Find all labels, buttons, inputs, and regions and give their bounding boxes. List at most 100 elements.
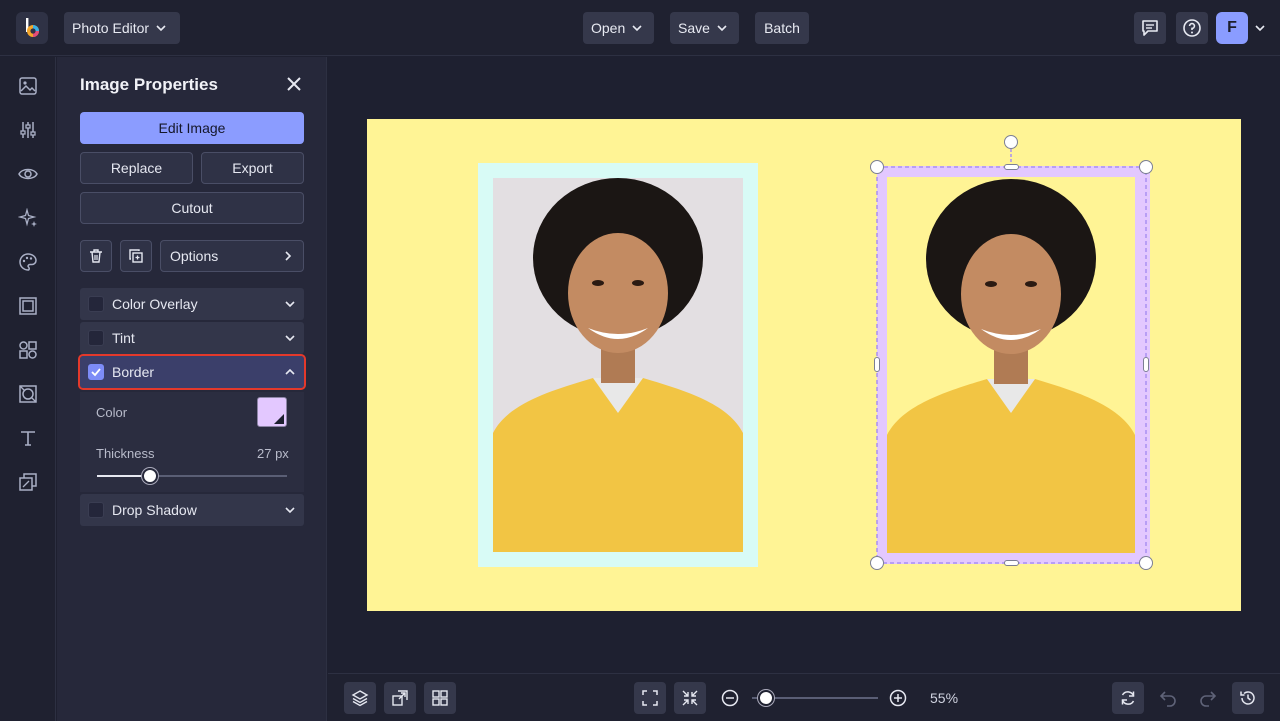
texture-icon — [19, 473, 37, 491]
tint-checkbox[interactable] — [88, 330, 104, 346]
chevron-down-icon — [285, 507, 295, 514]
undo-icon[interactable] — [1158, 688, 1178, 708]
eye-icon — [18, 168, 38, 180]
border-checkbox[interactable] — [88, 364, 104, 380]
zoom-slider-handle[interactable] — [758, 690, 774, 706]
chevron-down-icon — [632, 25, 642, 32]
drop-shadow-label: Drop Shadow — [112, 502, 197, 518]
user-avatar[interactable]: F — [1216, 12, 1248, 44]
grid-view-button[interactable] — [424, 682, 456, 714]
rail-textures-tool[interactable] — [16, 470, 40, 494]
thickness-label: Thickness — [96, 446, 155, 461]
frame-icon — [19, 297, 37, 315]
rotate-handle[interactable] — [1004, 135, 1018, 149]
batch-label: Batch — [764, 20, 800, 36]
actual-size-button[interactable] — [674, 682, 706, 714]
sparkle-icon — [18, 208, 37, 227]
chevron-down-icon — [156, 25, 166, 32]
open-menu-button[interactable]: Open — [583, 12, 654, 44]
resize-canvas-button[interactable] — [384, 682, 416, 714]
panel-title: Image Properties — [80, 75, 218, 94]
rail-overlays-tool[interactable] — [16, 382, 40, 406]
delete-button[interactable] — [80, 240, 112, 272]
zoom-in-icon[interactable] — [888, 688, 908, 708]
resize-handle-bottom-left[interactable] — [870, 556, 884, 570]
tint-section[interactable]: Tint — [80, 322, 304, 354]
image-icon — [19, 77, 37, 95]
color-overlay-section[interactable]: Color Overlay — [80, 288, 304, 320]
artboard[interactable] — [367, 119, 1241, 611]
save-label: Save — [678, 20, 710, 36]
rail-view-tool[interactable] — [16, 162, 40, 186]
comment-icon — [1142, 20, 1158, 36]
rail-image-tool[interactable] — [16, 74, 40, 98]
tint-label: Tint — [112, 330, 135, 346]
rail-adjust-tool[interactable] — [16, 118, 40, 142]
resize-handle-bottom[interactable] — [1004, 560, 1019, 566]
options-button[interactable]: Options — [160, 240, 304, 272]
refresh-icon — [1121, 691, 1135, 705]
close-icon[interactable] — [285, 75, 303, 93]
zoom-level: 55% — [930, 690, 959, 706]
open-label: Open — [591, 20, 626, 36]
overlay-icon — [19, 385, 37, 403]
text-icon — [21, 431, 35, 446]
duplicate-button[interactable] — [120, 240, 152, 272]
chevron-down-icon[interactable] — [1254, 22, 1266, 34]
export-button[interactable]: Export — [201, 152, 304, 184]
thickness-slider-handle[interactable] — [142, 468, 158, 484]
fit-to-screen-button[interactable] — [634, 682, 666, 714]
cutout-button[interactable]: Cutout — [80, 192, 304, 224]
resize-handle-right[interactable] — [1143, 357, 1149, 372]
rail-frames-tool[interactable] — [16, 294, 40, 318]
history-icon — [1240, 691, 1255, 705]
resize-handle-top-right[interactable] — [1139, 160, 1153, 174]
replace-button[interactable]: Replace — [80, 152, 193, 184]
duplicate-icon — [129, 249, 143, 263]
chevron-right-icon — [285, 251, 292, 261]
options-label: Options — [170, 248, 219, 264]
grid-icon — [432, 690, 448, 706]
selection-box — [876, 149, 1147, 564]
fullscreen-icon — [642, 690, 658, 706]
drop-shadow-checkbox[interactable] — [88, 502, 104, 518]
top-bar: Photo Editor Open Save Batch F — [0, 0, 1280, 56]
zoom-out-icon[interactable] — [720, 688, 740, 708]
rail-text-tool[interactable] — [16, 426, 40, 450]
chevron-down-icon — [285, 301, 295, 308]
border-color-swatch[interactable] — [257, 397, 287, 427]
reset-button[interactable] — [1112, 682, 1144, 714]
drop-shadow-section[interactable]: Drop Shadow — [80, 494, 304, 526]
border-section[interactable]: Border — [78, 354, 306, 390]
resize-handle-top[interactable] — [1004, 164, 1019, 170]
rail-graphics-tool[interactable] — [16, 338, 40, 362]
logo-icon — [26, 18, 39, 37]
help-icon — [1183, 19, 1201, 37]
rail-effects-tool[interactable] — [16, 206, 40, 230]
resize-icon — [392, 690, 408, 706]
border-label: Border — [112, 364, 155, 380]
color-overlay-label: Color Overlay — [112, 296, 198, 312]
rail-artsy-tool[interactable] — [16, 250, 40, 274]
save-menu-button[interactable]: Save — [670, 12, 739, 44]
color-overlay-checkbox[interactable] — [88, 296, 104, 312]
edit-image-button[interactable]: Edit Image — [80, 112, 304, 144]
trash-icon — [90, 249, 102, 263]
thickness-value: 27 px — [257, 446, 289, 461]
comments-button[interactable] — [1134, 12, 1166, 44]
redo-icon[interactable] — [1198, 688, 1218, 708]
shapes-icon — [19, 341, 37, 359]
app-logo[interactable] — [16, 12, 48, 44]
layers-button[interactable] — [344, 682, 376, 714]
resize-handle-top-left[interactable] — [870, 160, 884, 174]
layers-icon — [351, 690, 369, 707]
chevron-down-icon — [285, 335, 295, 342]
batch-button[interactable]: Batch — [755, 12, 809, 44]
chevron-down-icon — [717, 25, 727, 32]
border-color-label: Color — [96, 405, 128, 420]
photo-editor-menu-button[interactable]: Photo Editor — [64, 12, 180, 44]
resize-handle-bottom-right[interactable] — [1139, 556, 1153, 570]
help-button[interactable] — [1176, 12, 1208, 44]
history-button[interactable] — [1232, 682, 1264, 714]
resize-handle-left[interactable] — [874, 357, 880, 372]
